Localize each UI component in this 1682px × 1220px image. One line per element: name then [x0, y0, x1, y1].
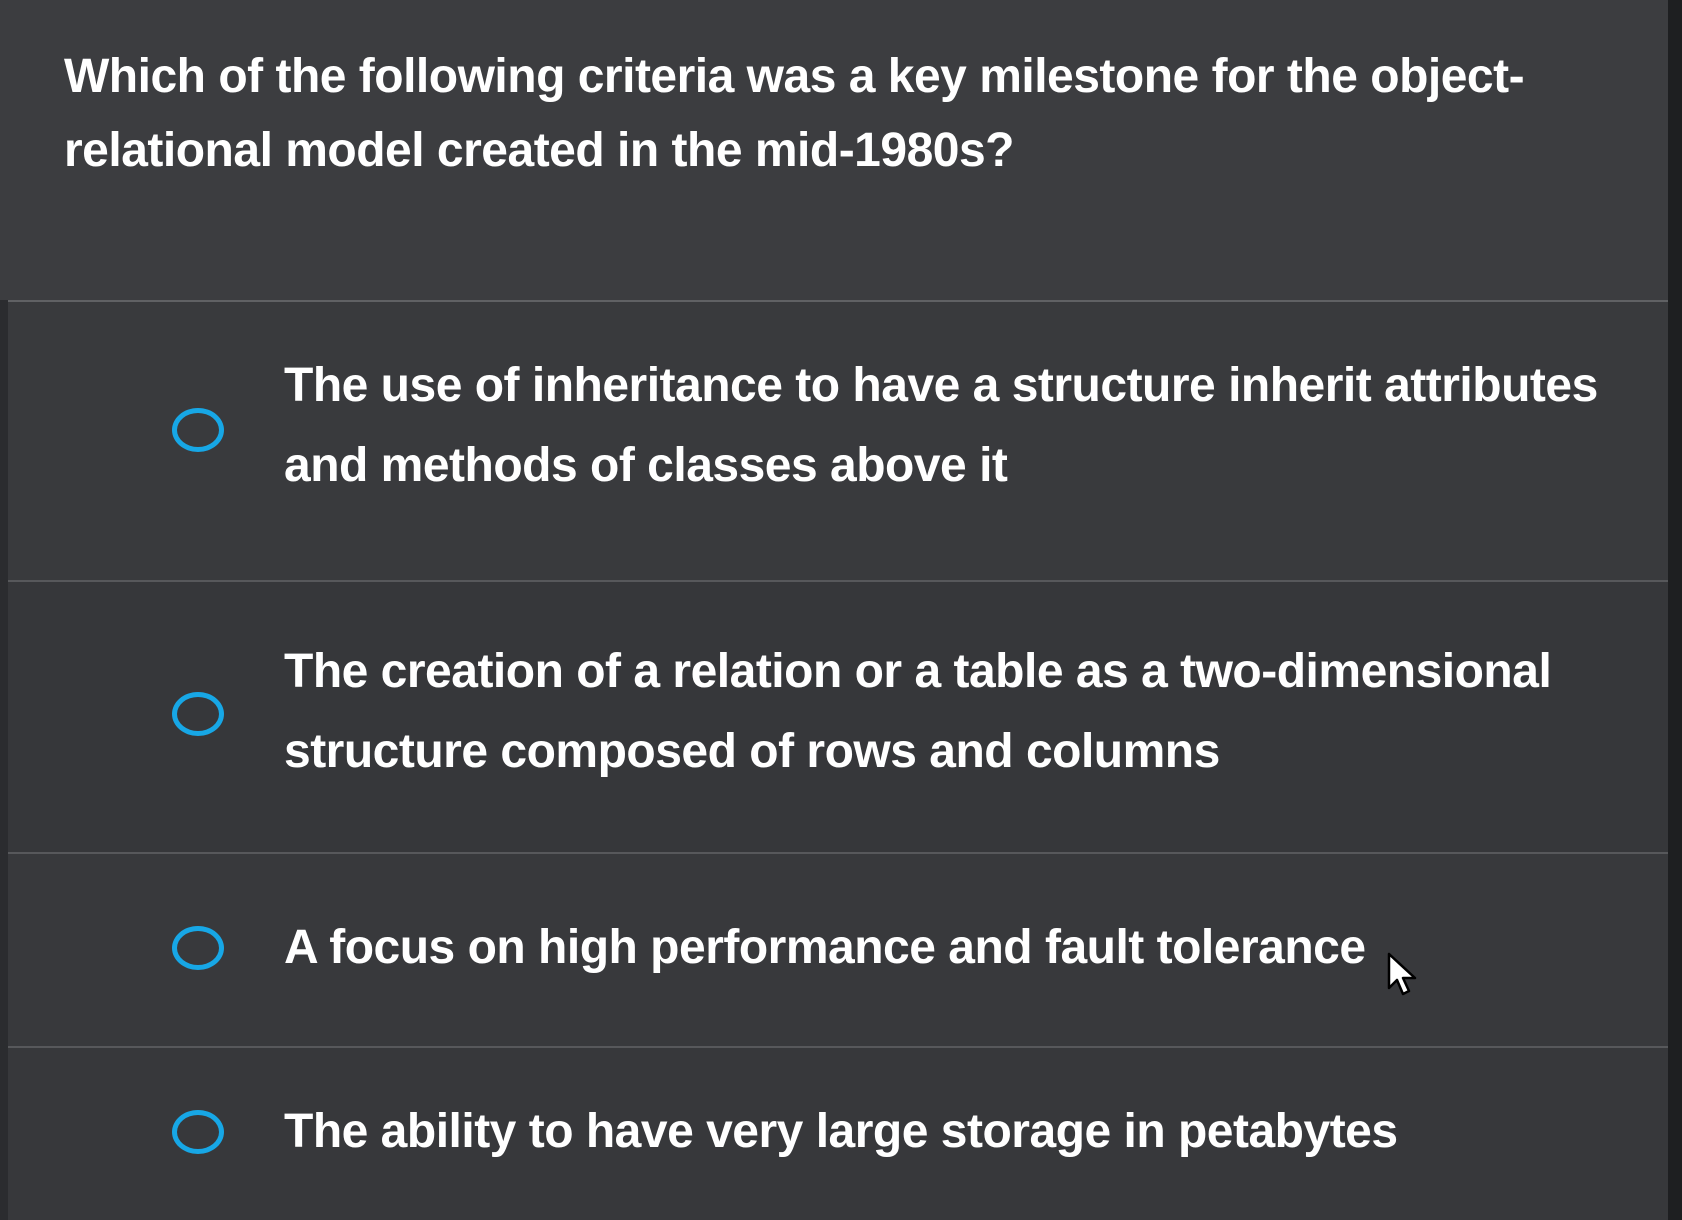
radio-circle-icon[interactable]: [172, 408, 224, 452]
question-text: Which of the following criteria was a ke…: [64, 50, 1525, 177]
radio-circle-icon[interactable]: [172, 926, 224, 970]
answer-option-3[interactable]: A focus on high performance and fault to…: [8, 854, 1668, 1048]
quiz-screen: Which of the following criteria was a ke…: [0, 0, 1682, 1220]
mouse-pointer-icon: [1387, 952, 1417, 996]
radio-circle-icon[interactable]: [172, 692, 224, 736]
answer-option-4[interactable]: The ability to have very large storage i…: [8, 1048, 1668, 1220]
answer-option-1[interactable]: The use of inheritance to have a structu…: [8, 302, 1668, 582]
answer-option-label: The creation of a relation or a table as…: [284, 645, 1552, 778]
screen-bezel: [1668, 0, 1682, 1220]
answer-option-label: The ability to have very large storage i…: [284, 1105, 1398, 1158]
question-panel: Which of the following criteria was a ke…: [0, 0, 1682, 300]
answer-options-list: The use of inheritance to have a structu…: [8, 300, 1668, 1220]
answer-option-2[interactable]: The creation of a relation or a table as…: [8, 582, 1668, 854]
answer-option-label: The use of inheritance to have a structu…: [284, 359, 1598, 492]
radio-circle-icon[interactable]: [172, 1110, 224, 1154]
